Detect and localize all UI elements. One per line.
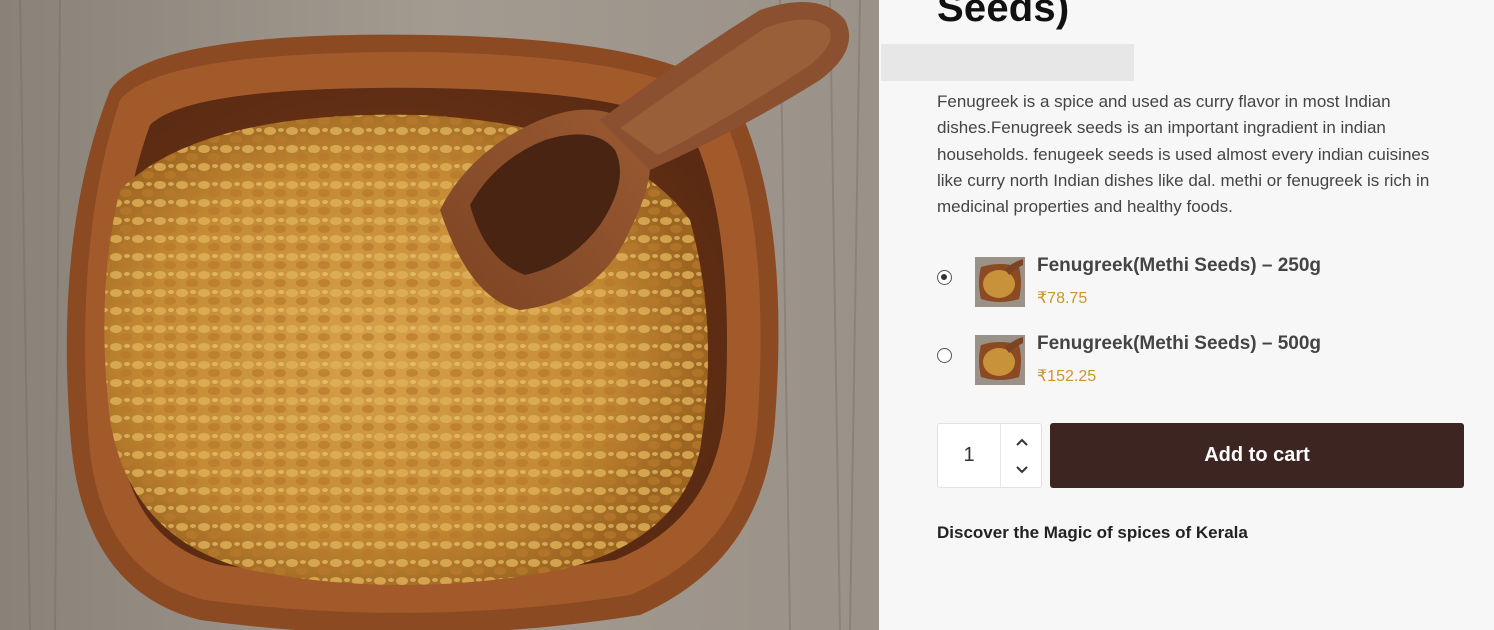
quantity-decrement-button[interactable] [1001, 454, 1042, 485]
fenugreek-bowl-illustration [0, 0, 879, 630]
variation-price-250g: ₹78.75 [1037, 290, 1088, 307]
variation-thumbnail-250g [975, 257, 1025, 307]
quantity-stepper[interactable]: 1 [937, 423, 1042, 488]
product-title: Seeds) [937, 0, 1070, 30]
tagline: Discover the Magic of spices of Kerala [937, 523, 1248, 542]
product-summary: Seeds) Fenugreek is a spice and used as … [879, 0, 1494, 630]
variation-option-250g[interactable]: Fenugreek(Methi Seeds) – 250g ₹78.75 [937, 255, 1457, 333]
variation-name-250g: Fenugreek(Methi Seeds) – 250g [1037, 255, 1322, 276]
product-image[interactable] [0, 0, 879, 630]
chevron-down-icon [1015, 465, 1028, 473]
variation-radio-500g[interactable] [937, 348, 952, 363]
product-description: Fenugreek is a spice and used as curry f… [937, 92, 1430, 217]
variation-option-500g[interactable]: Fenugreek(Methi Seeds) – 500g ₹152.25 [937, 333, 1457, 411]
variation-name-500g: Fenugreek(Methi Seeds) – 500g [1037, 333, 1322, 354]
loading-placeholder [881, 44, 1134, 81]
add-to-cart-button[interactable]: Add to cart [1050, 423, 1464, 488]
quantity-increment-button[interactable] [1001, 426, 1042, 457]
variation-thumbnail-500g [975, 335, 1025, 385]
variation-list: Fenugreek(Methi Seeds) – 250g ₹78.75 Fen… [937, 255, 1457, 411]
variation-radio-250g[interactable] [937, 270, 952, 285]
variation-price-500g: ₹152.25 [1037, 368, 1097, 385]
quantity-input[interactable]: 1 [938, 424, 1000, 487]
chevron-up-icon [1015, 438, 1028, 446]
